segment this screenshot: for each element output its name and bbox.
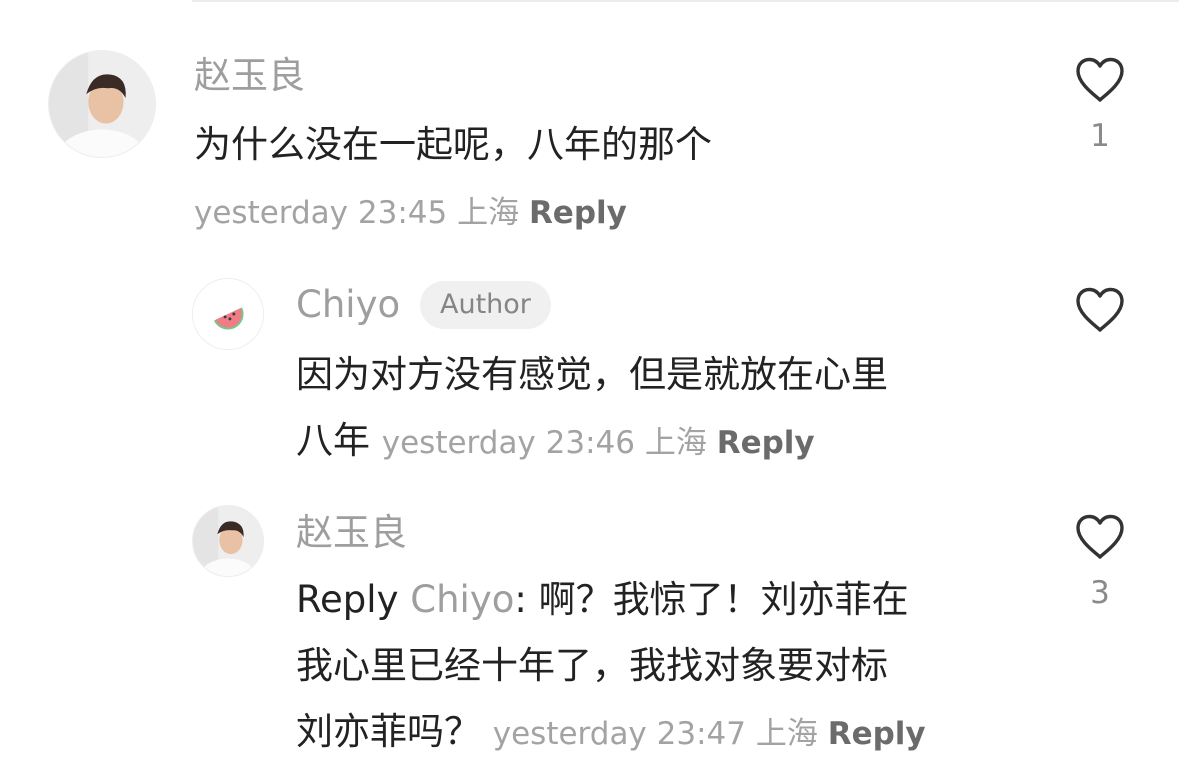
comment-text: 为什么没在一起呢，八年的那个: [194, 123, 712, 166]
reply-text-line2: 八年: [296, 419, 370, 462]
heart-outline-icon: [1076, 287, 1124, 332]
reply-time: yesterday 23:47: [492, 716, 746, 752]
like-count: [1073, 344, 1127, 388]
reply-username[interactable]: Chiyo: [296, 283, 400, 327]
like-button[interactable]: 1: [1073, 56, 1127, 158]
like-count: 3: [1090, 575, 1110, 611]
heart-outline-icon: [1076, 57, 1124, 102]
reply-time: yesterday 23:46: [381, 425, 635, 461]
comment-time: yesterday 23:45: [194, 195, 448, 231]
top-divider: [192, 0, 1179, 2]
reply-prefix: Reply: [296, 578, 399, 621]
reply-text-line1: 因为对方没有感觉，但是就放在心里: [296, 353, 888, 396]
comment-meta: yesterday 23:45 上海 Reply: [194, 191, 627, 235]
mention-username[interactable]: Chiyo: [410, 578, 514, 621]
author-badge: Author: [420, 281, 551, 329]
reply-username[interactable]: 赵玉良: [296, 511, 407, 555]
like-count: 1: [1090, 118, 1110, 154]
reply-text: 因为对方没有感觉，但是就放在心里 八年 yesterday 23:46 上海 R…: [296, 342, 888, 476]
reply-location: 上海: [644, 425, 707, 461]
avatar[interactable]: [48, 50, 156, 158]
like-button[interactable]: 3: [1073, 513, 1127, 615]
reply-text-line3: 刘亦菲吗？: [296, 710, 481, 753]
reply-location: 上海: [755, 716, 818, 752]
reply-button[interactable]: Reply: [529, 195, 627, 231]
reply-button[interactable]: Reply: [717, 425, 815, 461]
person-avatar-icon: [49, 51, 155, 157]
person-avatar-icon: [193, 506, 263, 576]
reply-meta: yesterday 23:47 上海 Reply: [493, 716, 926, 752]
avatar[interactable]: [192, 278, 264, 350]
reply-text: Reply Chiyo: 啊？我惊了！刘亦菲在 我心里已经十年了，我找对象要对标…: [296, 567, 926, 767]
watermelon-icon: [193, 279, 263, 349]
heart-outline-icon: [1076, 514, 1124, 559]
like-button[interactable]: [1073, 286, 1127, 388]
reply-text-line1: : 啊？我惊了！刘亦菲在: [514, 578, 909, 621]
reply-text-line2: 我心里已经十年了，我找对象要对标: [296, 644, 888, 687]
avatar[interactable]: [192, 505, 264, 577]
comment-location: 上海: [457, 195, 520, 231]
comment-username[interactable]: 赵玉良: [194, 54, 305, 98]
reply-button[interactable]: Reply: [828, 716, 926, 752]
reply-meta: yesterday 23:46 上海 Reply: [382, 425, 815, 461]
